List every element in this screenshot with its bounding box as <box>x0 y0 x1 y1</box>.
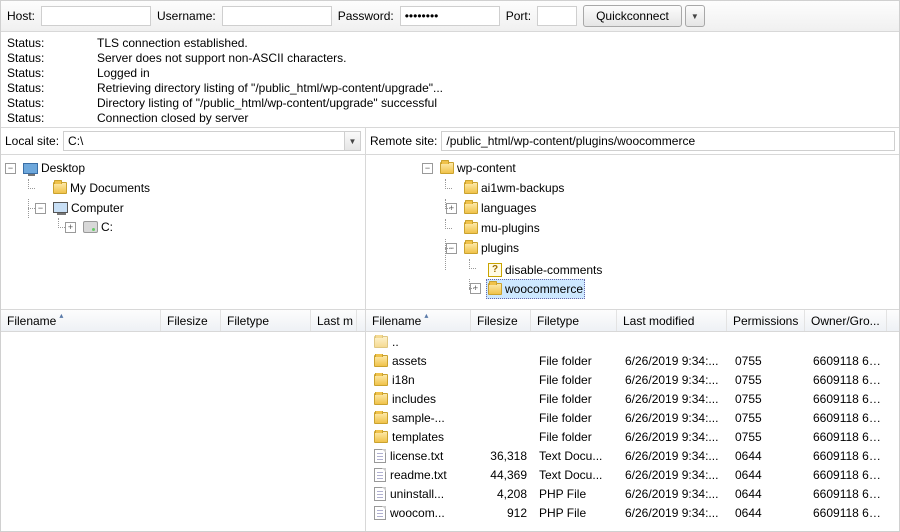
folder-icon <box>374 374 388 386</box>
log-message: Retrieving directory listing of "/public… <box>97 81 443 96</box>
log-label: Status: <box>7 51 57 66</box>
col-owner[interactable]: Owner/Gro... <box>805 310 887 331</box>
host-input[interactable] <box>41 6 151 26</box>
folder-icon <box>464 202 478 214</box>
log-message: Connection closed by server <box>97 111 248 126</box>
col-filetype[interactable]: Filetype <box>221 310 311 331</box>
local-site-dropdown[interactable]: ▼ <box>345 131 361 151</box>
remote-site-input[interactable] <box>441 131 895 151</box>
tree-node-c-drive[interactable]: C: <box>81 218 115 236</box>
folder-icon <box>53 182 67 194</box>
remote-list-header: Filename▴ Filesize Filetype Last modifie… <box>366 310 899 332</box>
col-permissions[interactable]: Permissions <box>727 310 805 331</box>
folder-icon <box>488 283 502 295</box>
folder-up-icon <box>374 336 388 348</box>
log-message: TLS connection established. <box>97 36 248 51</box>
col-filename[interactable]: Filename▴ <box>366 310 471 331</box>
list-item[interactable]: templatesFile folder6/26/2019 9:34:...07… <box>366 427 899 446</box>
file-icon <box>374 487 386 501</box>
file-icon <box>374 506 386 520</box>
username-input[interactable] <box>222 6 332 26</box>
local-site-input[interactable] <box>63 131 345 151</box>
question-icon: ? <box>488 263 502 277</box>
computer-icon <box>53 202 68 213</box>
list-item[interactable]: assetsFile folder6/26/2019 9:34:...07556… <box>366 351 899 370</box>
log-label: Status: <box>7 81 57 96</box>
col-filesize[interactable]: Filesize <box>161 310 221 331</box>
col-filetype[interactable]: Filetype <box>531 310 617 331</box>
remote-site-label: Remote site: <box>370 134 437 148</box>
password-label: Password: <box>338 9 394 23</box>
col-filename[interactable]: Filename▴ <box>1 310 161 331</box>
username-label: Username: <box>157 9 216 23</box>
expand-toggle[interactable]: − <box>422 163 433 174</box>
folder-icon <box>464 222 478 234</box>
chevron-down-icon: ▼ <box>349 137 357 146</box>
list-item[interactable]: uninstall...4,208PHP File6/26/2019 9:34:… <box>366 484 899 503</box>
folder-icon <box>374 393 388 405</box>
col-lastmod[interactable]: Last modified <box>617 310 727 331</box>
tree-node-mydocuments[interactable]: My Documents <box>51 179 152 197</box>
host-label: Host: <box>7 9 35 23</box>
list-item[interactable]: woocom...912PHP File6/26/2019 9:34:...06… <box>366 503 899 522</box>
expand-toggle[interactable]: + <box>470 283 481 294</box>
folder-icon <box>440 162 454 174</box>
expand-toggle[interactable]: − <box>446 243 457 254</box>
log-label: Status: <box>7 96 57 111</box>
remote-tree[interactable]: − wp-content ai1wm-backups + languages m… <box>366 155 899 309</box>
chevron-down-icon: ▼ <box>691 12 699 21</box>
list-item[interactable]: i18nFile folder6/26/2019 9:34:...0755660… <box>366 370 899 389</box>
file-icon <box>374 449 386 463</box>
sort-asc-icon: ▴ <box>424 311 428 320</box>
expand-toggle[interactable]: − <box>35 203 46 214</box>
password-input[interactable] <box>400 6 500 26</box>
list-item[interactable]: sample-...File folder6/26/2019 9:34:...0… <box>366 408 899 427</box>
file-icon <box>374 468 386 482</box>
local-tree[interactable]: − Desktop My Documents − Computer + <box>1 155 366 309</box>
quickconnect-history-dropdown[interactable]: ▼ <box>685 5 705 27</box>
port-label: Port: <box>506 9 531 23</box>
remote-file-list[interactable]: ..assetsFile folder6/26/2019 9:34:...075… <box>366 332 899 531</box>
expand-toggle[interactable]: + <box>446 203 457 214</box>
tree-node-mu-plugins[interactable]: mu-plugins <box>462 219 542 237</box>
tree-node-plugins[interactable]: plugins <box>462 239 521 257</box>
tree-node-computer[interactable]: Computer <box>51 199 126 217</box>
local-file-list[interactable] <box>1 332 365 531</box>
log-label: Status: <box>7 111 57 126</box>
tree-node-languages[interactable]: languages <box>462 199 538 217</box>
port-input[interactable] <box>537 6 577 26</box>
list-item[interactable]: license.txt36,318Text Docu...6/26/2019 9… <box>366 446 899 465</box>
drive-icon <box>83 221 98 233</box>
expand-toggle[interactable]: − <box>5 163 16 174</box>
tree-node-wp-content[interactable]: wp-content <box>438 159 518 177</box>
log-label: Status: <box>7 66 57 81</box>
list-item[interactable]: readme.txt44,369Text Docu...6/26/2019 9:… <box>366 465 899 484</box>
local-site-label: Local site: <box>5 134 59 148</box>
folder-icon <box>374 412 388 424</box>
folder-icon <box>464 242 478 254</box>
list-item[interactable]: includesFile folder6/26/2019 9:34:...075… <box>366 389 899 408</box>
tree-node-desktop[interactable]: Desktop <box>21 159 87 177</box>
sort-asc-icon: ▴ <box>59 311 63 320</box>
log-label: Status: <box>7 36 57 51</box>
folder-icon <box>464 182 478 194</box>
tree-node-woocommerce[interactable]: woocommerce <box>486 279 585 299</box>
quickconnect-button[interactable]: Quickconnect <box>583 5 682 27</box>
col-filesize[interactable]: Filesize <box>471 310 531 331</box>
log-message: Directory listing of "/public_html/wp-co… <box>97 96 437 111</box>
quickconnect-bar: Host: Username: Password: Port: Quickcon… <box>1 1 899 32</box>
log-message: Logged in <box>97 66 150 81</box>
list-item[interactable]: .. <box>366 332 899 351</box>
folder-icon <box>374 355 388 367</box>
expand-toggle[interactable]: + <box>65 222 76 233</box>
tree-node-disable-comments[interactable]: ?disable-comments <box>486 261 604 279</box>
col-lastmod[interactable]: Last m <box>311 310 357 331</box>
desktop-icon <box>23 163 38 174</box>
tree-node-ai1wm[interactable]: ai1wm-backups <box>462 179 566 197</box>
local-list-header: Filename▴ Filesize Filetype Last m <box>1 310 365 332</box>
message-log[interactable]: Status: TLS connection established. Statu… <box>1 32 899 128</box>
folder-icon <box>374 431 388 443</box>
log-message: Server does not support non-ASCII charac… <box>97 51 346 66</box>
